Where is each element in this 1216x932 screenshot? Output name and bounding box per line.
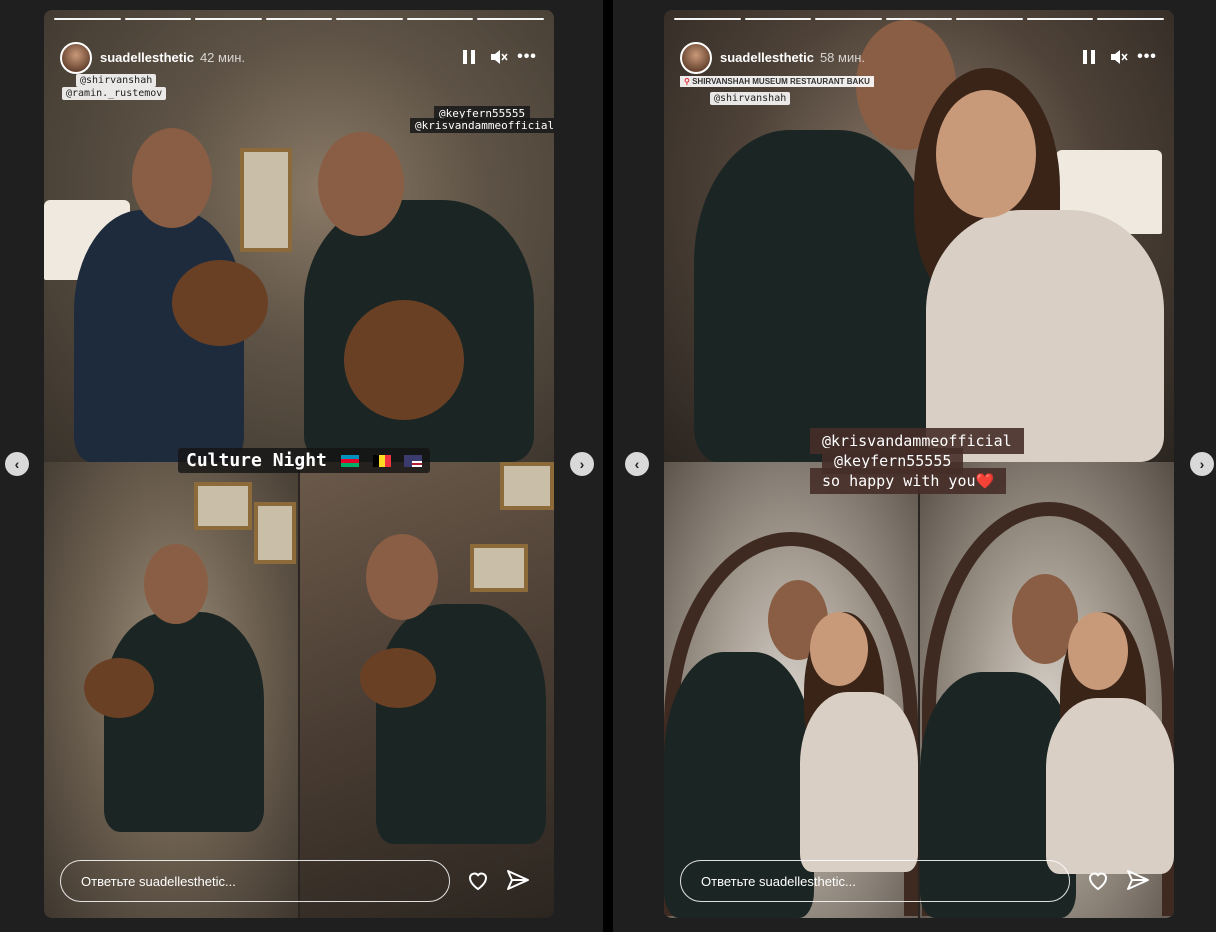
username[interactable]: suadellesthetic 42 мин. [100,50,245,65]
usa-flag-icon [404,455,423,467]
mention-tag[interactable]: @ramin._rustemov [62,87,167,100]
wall-portrait [470,544,528,592]
person-figure [800,692,918,872]
more-options-button[interactable]: ••• [516,46,538,68]
chevron-right-icon: › [1199,456,1205,472]
panel-divider [603,0,613,932]
tar-instrument [84,658,154,718]
caption-text: so happy with you❤️ [810,468,1007,494]
avatar[interactable] [60,42,92,74]
story-progress-bar [54,18,545,20]
person-head [132,128,212,228]
person-figure [104,612,264,832]
heart-icon[interactable] [1086,868,1110,892]
prev-story-button[interactable]: ‹ [5,452,29,476]
mute-button[interactable] [488,46,510,68]
chevron-left-icon: ‹ [634,456,640,472]
story-photo-arch-left [664,462,918,918]
avatar[interactable] [680,42,712,74]
location-pin-icon: ⚲ [684,77,693,86]
mention-tag[interactable]: @krisvandammeofficial❤ [410,118,554,133]
mention-tag[interactable]: @shirvanshah [710,92,791,105]
wall-portrait [194,482,252,530]
pause-icon [1083,50,1095,64]
pause-icon [463,50,475,64]
heart-icon[interactable] [466,868,490,892]
story-header: suadellesthetic 58 мин. ••• [680,42,1158,78]
story-photo-arch-right [920,462,1174,918]
send-icon[interactable] [506,868,530,892]
next-story-button-2[interactable]: › [1190,452,1214,476]
reply-input[interactable] [680,860,1070,902]
person-head [810,612,868,686]
wall-portrait [500,462,554,510]
azerbaijan-flag-icon [340,455,359,467]
post-time: 42 мин. [199,50,245,65]
person-head [144,544,208,624]
username[interactable]: suadellesthetic 58 мин. [720,50,865,65]
more-dots-icon: ••• [517,48,537,65]
location-sticker[interactable]: ⚲ SHIRVANSHAH MUSEUM RESTAURANT BAKU [680,76,874,87]
story-card-2[interactable]: suadellesthetic 58 мин. ••• ⚲ SHIRVANSHAH… [664,10,1174,918]
post-time: 58 мин. [819,50,865,65]
more-dots-icon: ••• [1137,48,1157,65]
tar-instrument [172,260,268,346]
person-head [366,534,438,620]
story-progress-bar [674,18,1165,20]
speaker-muted-icon [1111,50,1128,64]
wall-portrait [240,148,292,252]
wall-portrait [254,502,296,564]
person-head [1068,612,1128,690]
next-story-button[interactable]: › [570,452,594,476]
saz-instrument [344,300,464,420]
more-options-button[interactable]: ••• [1136,46,1158,68]
pause-button[interactable] [1078,46,1100,68]
chevron-right-icon: › [579,456,585,472]
mute-button[interactable] [1108,46,1130,68]
tar-instrument [360,648,436,708]
person-figure [1046,698,1174,874]
person-head [318,132,404,236]
story-card-1[interactable]: suadellesthetic 42 мин. ••• @shirvanshah … [44,10,554,918]
culture-night-sticker: Culture Night [178,448,431,473]
mention-tag[interactable]: @shirvanshah [76,74,157,87]
person-figure [694,130,934,462]
person-figure [926,210,1164,462]
belgium-flag-icon [372,455,391,467]
story-photo-bottom-left [44,462,298,918]
speaker-muted-icon [491,50,508,64]
prev-story-button-2[interactable]: ‹ [625,452,649,476]
person-head [936,90,1036,218]
chevron-left-icon: ‹ [14,456,20,472]
pause-button[interactable] [458,46,480,68]
story-photo-bottom-right [300,462,554,918]
send-icon[interactable] [1126,868,1150,892]
person-figure [376,604,546,844]
story-header: suadellesthetic 42 мин. ••• [60,42,538,78]
reply-input[interactable] [60,860,450,902]
